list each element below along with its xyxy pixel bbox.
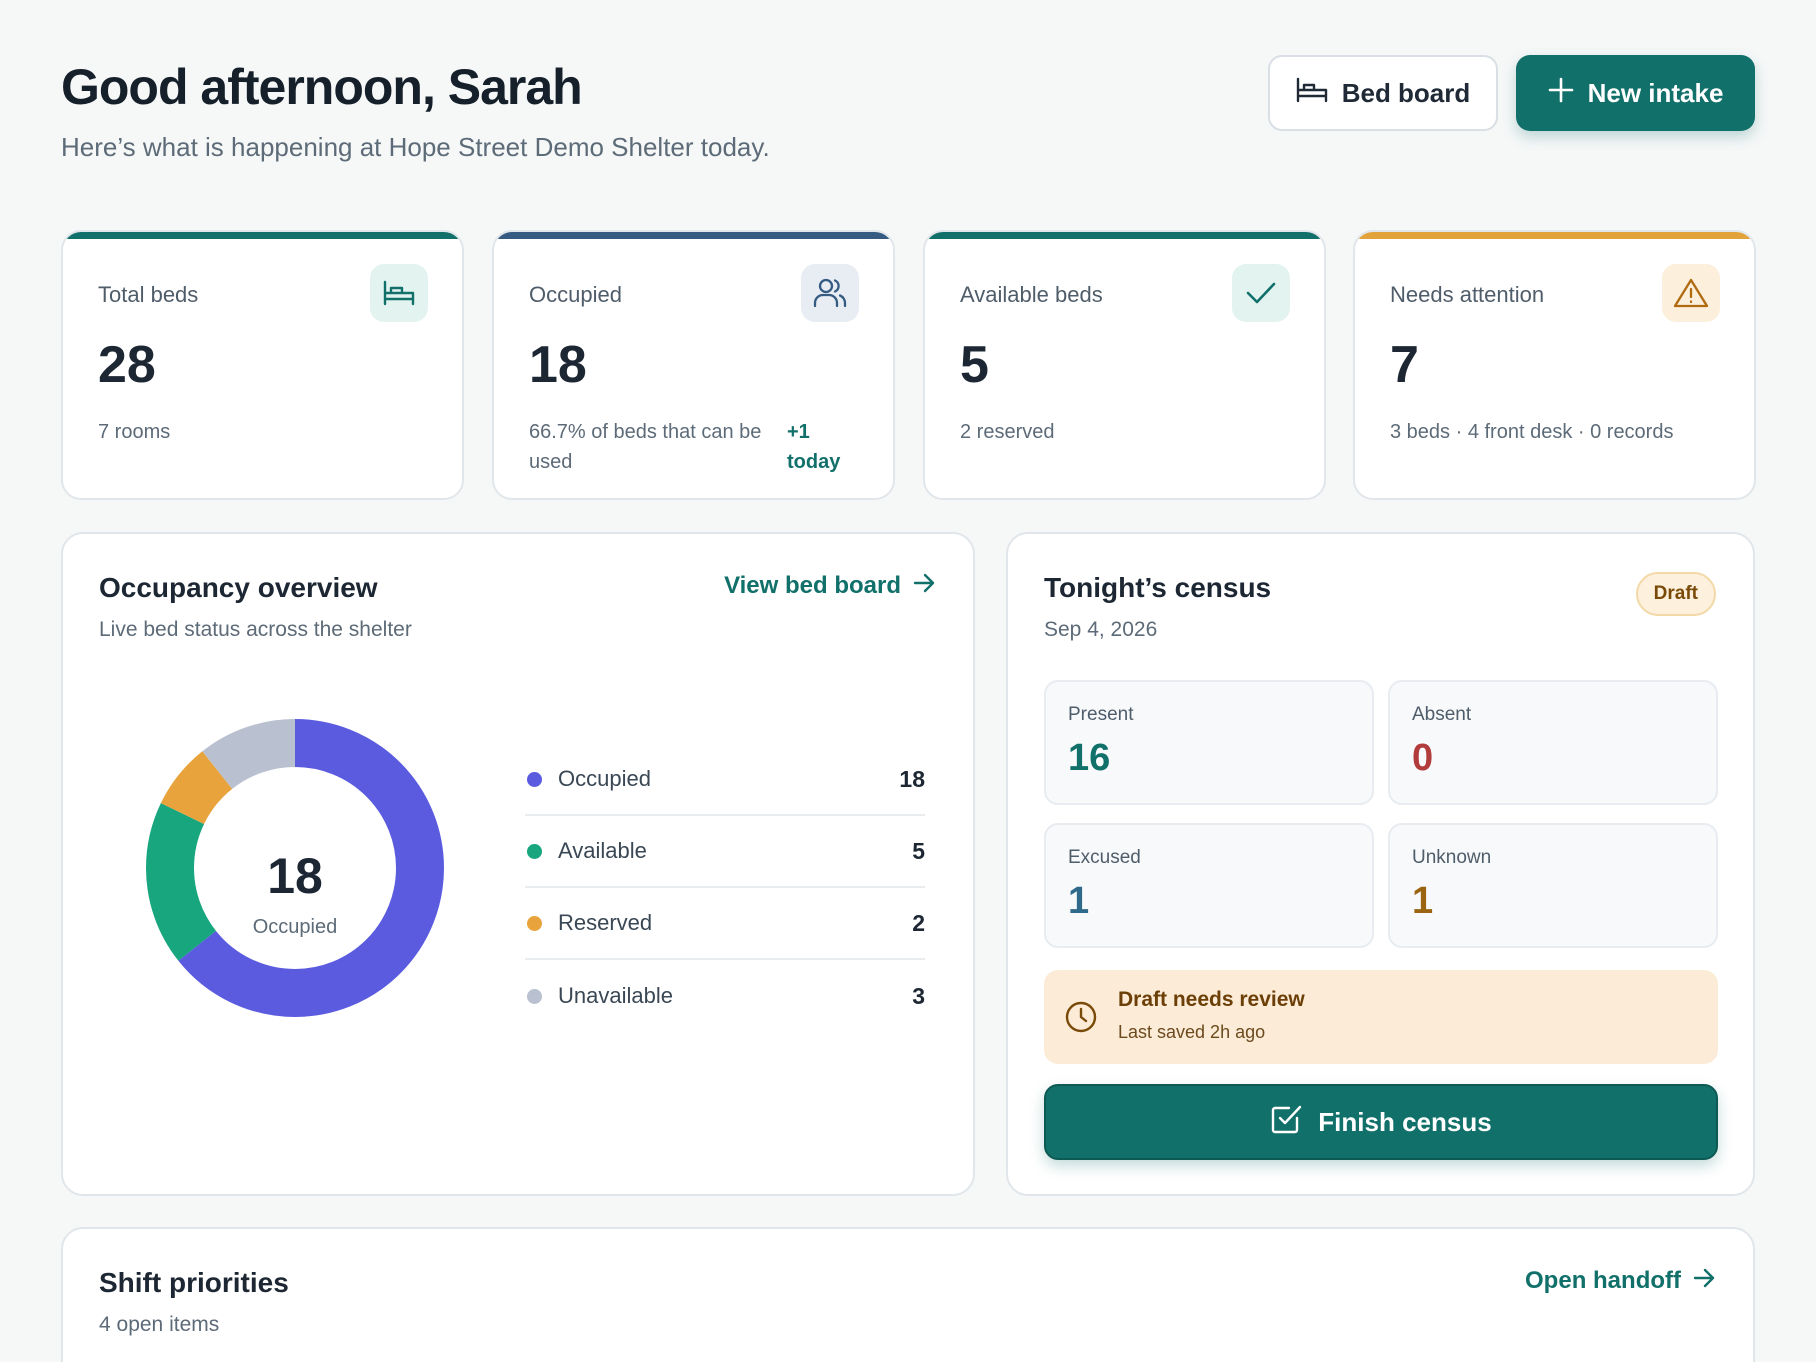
- panel-subtitle: Live bed status across the shelter: [99, 618, 412, 641]
- stat-card-available-beds: Available beds 5 2 reserved: [923, 230, 1326, 500]
- clock-icon: [1064, 1000, 1098, 1039]
- legend-item-reserved: Reserved 2: [525, 888, 925, 960]
- new-intake-button[interactable]: New intake: [1516, 55, 1755, 131]
- panel-title: Tonight’s census: [1044, 572, 1272, 603]
- page-header: Good afternoon, Sarah Here’s what is hap…: [61, 52, 1755, 172]
- bed-board-button[interactable]: Bed board: [1268, 55, 1498, 131]
- legend-item-available: Available 5: [525, 816, 925, 888]
- shift-priorities-panel: Shift priorities 4 open items Open hando…: [61, 1227, 1755, 1362]
- stat-label: Occupied: [529, 282, 622, 307]
- card-accent-bar: [63, 232, 462, 239]
- census-value: 1: [1068, 880, 1090, 922]
- legend-dot: [527, 988, 542, 1004]
- census-cell-absent: Absent 0: [1388, 680, 1718, 805]
- stat-value: 28: [98, 336, 156, 394]
- census-label: Absent: [1412, 704, 1472, 725]
- open-handoff-link[interactable]: Open handoff: [1525, 1267, 1715, 1295]
- stat-card-needs-attention: Needs attention 7 3 beds · 4 front desk …: [1353, 230, 1756, 500]
- census-cell-present: Present 16: [1044, 680, 1374, 805]
- census-cell-excused: Excused 1: [1044, 823, 1374, 948]
- stat-card-total-beds: Total beds 28 7 rooms: [61, 230, 464, 500]
- review-note: Last saved 2h ago: [1118, 1022, 1266, 1042]
- stat-label: Available beds: [960, 282, 1103, 307]
- page-title: Good afternoon, Sarah: [61, 59, 583, 115]
- page-subtitle: Here’s what is happening at Hope Street …: [61, 132, 770, 162]
- legend-label: Reserved: [558, 910, 653, 935]
- legend-value: 3: [912, 982, 925, 1009]
- legend-dot: [527, 915, 542, 931]
- stat-delta: +1 today: [787, 421, 841, 473]
- bed-icon: [1296, 76, 1328, 111]
- open-handoff-label: Open handoff: [1525, 1267, 1681, 1294]
- bed-icon: [370, 264, 428, 322]
- panel-title: Occupancy overview: [99, 572, 378, 603]
- legend-label: Unavailable: [558, 983, 673, 1008]
- view-bed-board-link[interactable]: View bed board: [724, 572, 935, 600]
- stat-note: 2 reserved: [960, 421, 1055, 443]
- stat-note: 3 beds · 4 front desk · 0 records: [1390, 421, 1674, 443]
- occupancy-overview-panel: Occupancy overview Live bed status acros…: [61, 532, 975, 1196]
- donut-center-label: Occupied: [252, 916, 338, 938]
- tonights-census-panel: Tonight’s census Sep 4, 2026 Draft Prese…: [1006, 532, 1755, 1196]
- legend-dot: [527, 843, 542, 859]
- legend-value: 18: [899, 765, 925, 792]
- card-accent-bar: [925, 232, 1324, 239]
- checkbox-icon: [1270, 1103, 1302, 1142]
- census-label: Present: [1068, 704, 1134, 725]
- census-value: 16: [1068, 737, 1111, 779]
- arrow-right-icon: [1693, 1267, 1715, 1295]
- panel-title: Shift priorities: [99, 1267, 289, 1298]
- stat-note: 7 rooms: [98, 421, 171, 443]
- census-label: Unknown: [1412, 847, 1492, 868]
- stat-value: 7: [1390, 336, 1419, 394]
- legend-item-occupied: Occupied 18: [525, 744, 925, 816]
- status-badge: Draft: [1635, 572, 1716, 616]
- census-cell-unknown: Unknown 1: [1388, 823, 1718, 948]
- legend-dot: [527, 771, 542, 787]
- census-date: Sep 4, 2026: [1044, 618, 1158, 641]
- arrow-right-icon: [913, 572, 935, 600]
- census-label: Excused: [1068, 847, 1141, 868]
- plus-icon: [1548, 77, 1574, 110]
- draft-review-notice: Draft needs review Last saved 2h ago: [1044, 970, 1718, 1064]
- finish-census-label: Finish census: [1318, 1106, 1492, 1137]
- new-intake-label: New intake: [1587, 77, 1724, 108]
- review-title: Draft needs review: [1118, 988, 1305, 1011]
- census-value: 1: [1412, 880, 1434, 922]
- stat-value: 5: [960, 336, 989, 394]
- people-icon: [801, 264, 859, 322]
- panel-subtitle: 4 open items: [99, 1313, 220, 1336]
- stat-label: Needs attention: [1390, 282, 1545, 307]
- legend-label: Occupied: [558, 766, 651, 791]
- view-bed-board-label: View bed board: [724, 572, 901, 599]
- census-value: 0: [1412, 737, 1434, 779]
- legend-value: 2: [912, 909, 925, 936]
- stat-label: Total beds: [98, 282, 199, 307]
- stat-value: 18: [529, 336, 587, 394]
- legend-item-unavailable: Unavailable 3: [525, 960, 925, 1032]
- finish-census-button[interactable]: Finish census: [1044, 1084, 1718, 1160]
- donut-center-value: 18: [267, 848, 323, 904]
- check-icon: [1232, 264, 1290, 322]
- legend-value: 5: [912, 837, 925, 864]
- stat-card-occupied: Occupied 18 66.7% of beds that can be us…: [492, 230, 895, 500]
- stat-note: 66.7% of beds that can be used: [529, 421, 762, 473]
- card-accent-bar: [1355, 232, 1754, 239]
- warning-icon: [1662, 264, 1720, 322]
- bed-board-label: Bed board: [1341, 77, 1471, 108]
- card-accent-bar: [494, 232, 893, 239]
- legend-label: Available: [558, 838, 647, 863]
